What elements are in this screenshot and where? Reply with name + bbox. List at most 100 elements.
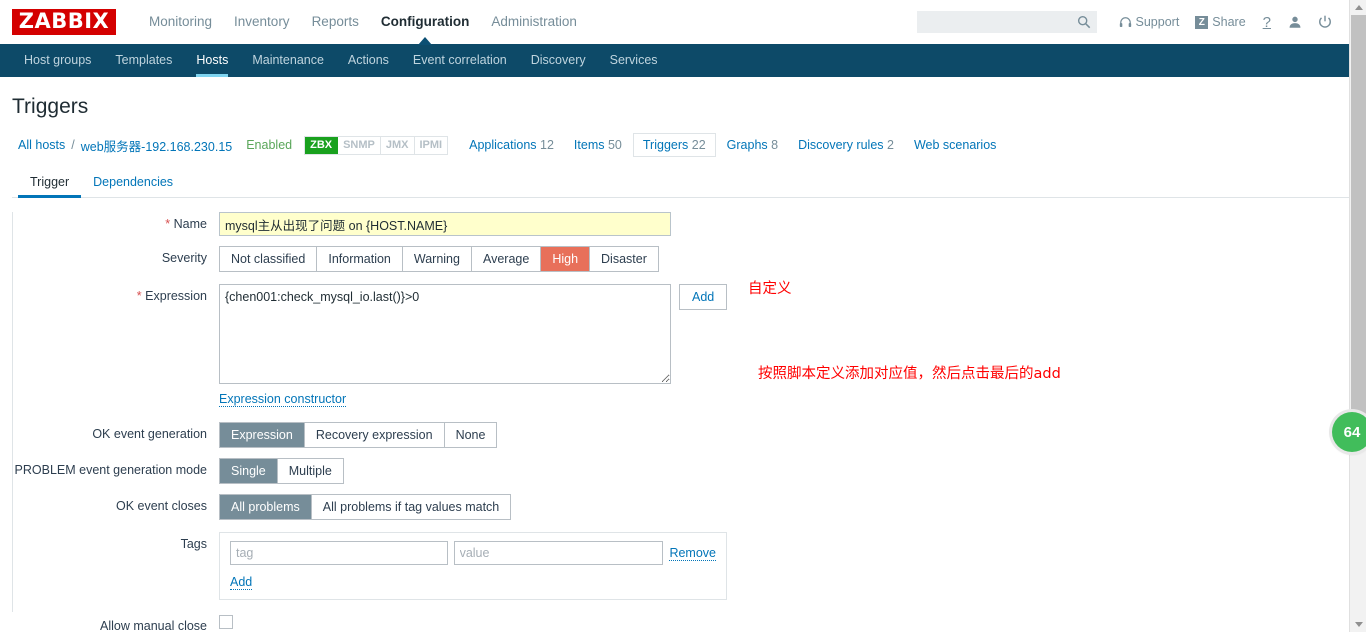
protocol-badge-snmp: SNMP <box>338 136 381 154</box>
severity-option-high[interactable]: High <box>541 247 591 271</box>
severity-option-not-classified[interactable]: Not classified <box>220 247 318 271</box>
ok-event-generation-control: Expression Recovery expression None <box>219 422 1354 448</box>
form-row-ok-event-closes: OK event closes All problems All problem… <box>13 494 1354 520</box>
page-scrollbar[interactable] <box>1349 0 1366 632</box>
top-header: ZABBIX Monitoring Inventory Reports Conf… <box>0 0 1366 45</box>
problem-event-option-single[interactable]: Single <box>220 459 278 483</box>
subnav-item-host-groups[interactable]: Host groups <box>12 44 103 77</box>
subnav-item-maintenance[interactable]: Maintenance <box>240 44 336 77</box>
user-icon <box>1289 16 1301 28</box>
breadcrumb-all-hosts[interactable]: All hosts <box>18 138 65 152</box>
form-tabs: Trigger Dependencies <box>12 167 1354 198</box>
subnav-item-actions[interactable]: Actions <box>336 44 401 77</box>
link-count: 12 <box>540 138 554 152</box>
nav-reports[interactable]: Reports <box>301 0 370 44</box>
protocol-badge-zbx: ZBX <box>305 136 339 154</box>
user-profile-button[interactable] <box>1280 15 1310 29</box>
breadcrumb-link-items[interactable]: Items 50 <box>565 134 631 156</box>
page-title: Triggers <box>12 95 89 118</box>
ok-event-closes-option-tag-match[interactable]: All problems if tag values match <box>311 495 511 519</box>
expression-control: {chen001:check_mysql_io.last()}>0 Add Ex… <box>219 284 1354 407</box>
severity-option-information[interactable]: Information <box>317 247 403 271</box>
tag-remove-link[interactable]: Remove <box>669 546 716 561</box>
tag-add-link[interactable]: Add <box>230 575 253 590</box>
host-status[interactable]: Enabled <box>232 138 304 152</box>
form-row-allow-manual-close: Allow manual close <box>13 614 1354 632</box>
tag-row: Remove <box>230 541 716 565</box>
ok-event-closes-control: All problems All problems if tag values … <box>219 494 1354 520</box>
nav-configuration[interactable]: Configuration <box>370 0 480 45</box>
breadcrumb-link-applications[interactable]: Applications 12 <box>460 134 563 156</box>
breadcrumb-link-triggers[interactable]: Triggers 22 <box>632 133 716 157</box>
tags-box: Remove Add <box>219 532 727 600</box>
ok-event-closes-label: OK event closes <box>115 499 207 513</box>
form-row-tags: Tags Remove Add <box>13 532 1354 600</box>
allow-manual-close-checkbox[interactable] <box>219 614 233 629</box>
severity-option-warning[interactable]: Warning <box>402 247 472 271</box>
ok-event-closes-radioset: All problems All problems if tag values … <box>219 494 512 520</box>
expression-constructor-link[interactable]: Expression constructor <box>219 392 347 407</box>
link-count: 8 <box>771 138 779 152</box>
link-count: 2 <box>887 138 894 152</box>
ok-event-option-none[interactable]: None <box>444 423 497 447</box>
subnav-item-services[interactable]: Services <box>598 44 670 77</box>
nav-administration[interactable]: Administration <box>480 0 588 44</box>
share-label: Share <box>1212 15 1246 29</box>
ok-event-closes-option-all-problems[interactable]: All problems <box>220 495 312 519</box>
global-search[interactable] <box>916 11 1097 33</box>
required-marker: * <box>136 289 142 303</box>
floating-badge[interactable]: 64 <box>1332 412 1366 452</box>
severity-label: Severity <box>161 251 207 265</box>
problem-event-option-multiple[interactable]: Multiple <box>277 459 343 483</box>
subnav-item-discovery[interactable]: Discovery <box>519 44 598 77</box>
link-label: Web scenarios <box>913 138 997 152</box>
required-marker: * <box>165 217 171 231</box>
ok-event-option-recovery-expression[interactable]: Recovery expression <box>304 423 445 447</box>
expression-constructor-wrap: Expression constructor <box>219 392 1354 407</box>
scroll-down-arrow[interactable] <box>1350 617 1366 632</box>
header-utilities: Support Z Share ? <box>916 0 1340 44</box>
scroll-up-arrow[interactable] <box>1350 0 1366 15</box>
breadcrumb-link-web-scenarios[interactable]: Web scenarios <box>905 134 1005 156</box>
tag-key-input[interactable] <box>230 541 448 565</box>
annotation-custom-define: 自定义 <box>748 281 792 297</box>
protocol-badge-jmx: JMX <box>381 136 415 154</box>
severity-option-average[interactable]: Average <box>471 247 542 271</box>
zabbix-logo[interactable]: ZABBIX <box>12 9 116 35</box>
breadcrumb-link-discovery-rules[interactable]: Discovery rules 2 <box>789 134 903 156</box>
expression-add-button[interactable]: Add <box>679 284 728 310</box>
nav-monitoring[interactable]: Monitoring <box>138 0 223 44</box>
help-icon[interactable]: ? <box>1254 14 1280 31</box>
tab-trigger[interactable]: Trigger <box>18 167 82 198</box>
nav-inventory[interactable]: Inventory <box>223 0 301 44</box>
name-input[interactable] <box>219 212 671 236</box>
search-icon[interactable] <box>1077 15 1091 29</box>
name-label-text: Name <box>173 217 207 231</box>
breadcrumb-host-name[interactable]: web服务器-192.168.230.15 <box>81 136 232 155</box>
ok-event-option-expression[interactable]: Expression <box>220 423 305 447</box>
breadcrumb-separator: / <box>71 138 75 152</box>
signout-button[interactable] <box>1310 15 1340 29</box>
tag-value-input[interactable] <box>453 541 664 565</box>
subnav-item-event-correlation[interactable]: Event correlation <box>401 44 519 77</box>
name-control <box>219 212 1354 236</box>
name-label: * Name <box>13 212 219 236</box>
problem-event-mode-control: Single Multiple <box>219 458 1354 484</box>
config-subnav: Host groups Templates Hosts Maintenance … <box>0 44 1366 77</box>
ok-event-generation-label: OK event generation <box>92 427 207 441</box>
tab-dependencies[interactable]: Dependencies <box>81 167 185 197</box>
breadcrumb-link-graphs[interactable]: Graphs 8 <box>718 134 787 156</box>
severity-option-disaster[interactable]: Disaster <box>590 247 658 271</box>
search-input[interactable] <box>917 12 1096 32</box>
scrollbar-thumb[interactable] <box>1351 15 1366 430</box>
share-link[interactable]: Z Share <box>1187 15 1253 29</box>
support-link[interactable]: Support <box>1111 15 1188 29</box>
breadcrumb: All hosts / web服务器-192.168.230.15 Enable… <box>0 131 1366 159</box>
subnav-item-hosts[interactable]: Hosts <box>184 44 240 77</box>
expression-textarea[interactable]: {chen001:check_mysql_io.last()}>0 <box>219 284 671 384</box>
allow-manual-close-control <box>219 614 1354 632</box>
chevron-down-icon <box>1354 622 1363 627</box>
link-count: 22 <box>691 138 706 152</box>
subnav-item-templates[interactable]: Templates <box>103 44 184 77</box>
tag-add-wrap: Add <box>230 575 716 590</box>
